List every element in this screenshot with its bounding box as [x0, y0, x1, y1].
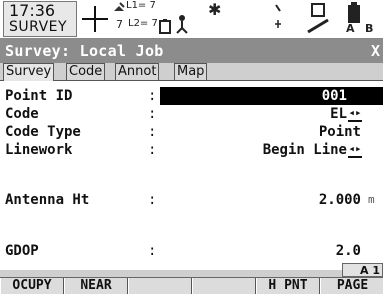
mode-label: SURVEY — [9, 19, 68, 35]
code-type-label: Code Type — [5, 124, 81, 140]
tab-map[interactable]: Map — [174, 63, 208, 80]
antenna-ht-value[interactable]: 2.000 — [319, 191, 361, 209]
radio-icon — [275, 4, 281, 28]
colon: : — [148, 142, 157, 158]
field-row-antenna-ht: Antenna Ht : 2.000 m — [0, 191, 383, 209]
code-type-value: Point — [318, 124, 361, 140]
survey-form: Point ID : 001 Code : EL ◂▸ Code Type : … — [0, 81, 383, 270]
softkey-bar: OCUPY NEAR H PNT PAGE — [0, 277, 383, 294]
field-row-gdop: GDOP : 2.0 — [0, 242, 383, 260]
battery-a-label: A — [346, 22, 355, 35]
colon: : — [148, 124, 157, 140]
point-id-value: 001 — [321, 88, 347, 104]
gdop-label: GDOP — [5, 243, 39, 259]
colon: : — [148, 88, 157, 104]
clock-box: 17:36 SURVEY — [3, 1, 77, 37]
softkey-f3[interactable] — [128, 278, 193, 294]
antenna-ht-label: Antenna Ht — [5, 192, 90, 208]
status-bar: 17:36 SURVEY L1= 7 7 L2= 7 ✱ A B — [0, 0, 383, 39]
field-row-code-type: Code Type : Point — [0, 123, 383, 141]
battery-b-label: B — [365, 22, 374, 35]
gdop-value: 2.0 — [335, 243, 361, 259]
bluetooth-icon: ✱ — [208, 0, 222, 19]
linework-label: Linework — [5, 142, 73, 158]
battery-icon — [348, 2, 360, 23]
storage-icon — [159, 19, 171, 34]
field-row-point-id: Point ID : 001 — [0, 87, 383, 105]
field-row-code: Code : EL ◂▸ — [0, 105, 383, 123]
close-icon[interactable]: X — [371, 39, 380, 63]
colon: : — [148, 106, 157, 122]
position-icon — [82, 6, 108, 32]
status-icons: L1= 7 7 L2= 7 ✱ A B — [78, 0, 383, 38]
code-label: Code — [5, 106, 39, 122]
softkey-near[interactable]: NEAR — [64, 278, 129, 294]
clock-time: 17:36 — [9, 1, 56, 20]
colon: : — [148, 243, 157, 259]
page-title: Survey: Local Job — [5, 42, 164, 60]
l1-count: L1= 7 — [126, 0, 156, 11]
softkey-ocupy[interactable]: OCUPY — [0, 278, 65, 294]
code-value[interactable]: EL — [330, 105, 347, 123]
tab-annot[interactable]: Annot — [115, 63, 160, 80]
title-bar: Survey: Local Job X — [0, 39, 383, 63]
dropdown-arrow-icon[interactable]: ◂▸ — [348, 107, 362, 122]
measure-icon — [307, 3, 329, 34]
softkey-page[interactable]: PAGE — [320, 278, 383, 294]
point-id-label: Point ID — [5, 88, 73, 104]
tab-bar: Survey Code Annot Map — [0, 63, 383, 81]
softkey-h-pnt[interactable]: H PNT — [256, 278, 321, 294]
linework-value[interactable]: Begin Line — [263, 141, 347, 159]
l2-count: L2= 7 — [128, 18, 158, 29]
field-row-linework: Linework : Begin Line ◂▸ — [0, 141, 383, 159]
tab-survey[interactable]: Survey — [3, 63, 55, 81]
tab-code[interactable]: Code — [66, 63, 106, 80]
softkey-f4[interactable] — [192, 278, 257, 294]
input-mode-indicator: A 1 — [342, 263, 383, 277]
point-id-input[interactable]: 001 — [160, 87, 383, 105]
rover-icon — [176, 15, 188, 34]
colon: : — [148, 192, 157, 208]
dropdown-arrow-icon[interactable]: ◂▸ — [348, 143, 362, 158]
satellite-icon — [114, 2, 125, 11]
antenna-ht-unit: m — [368, 193, 375, 206]
sat-count: 7 — [116, 18, 123, 31]
